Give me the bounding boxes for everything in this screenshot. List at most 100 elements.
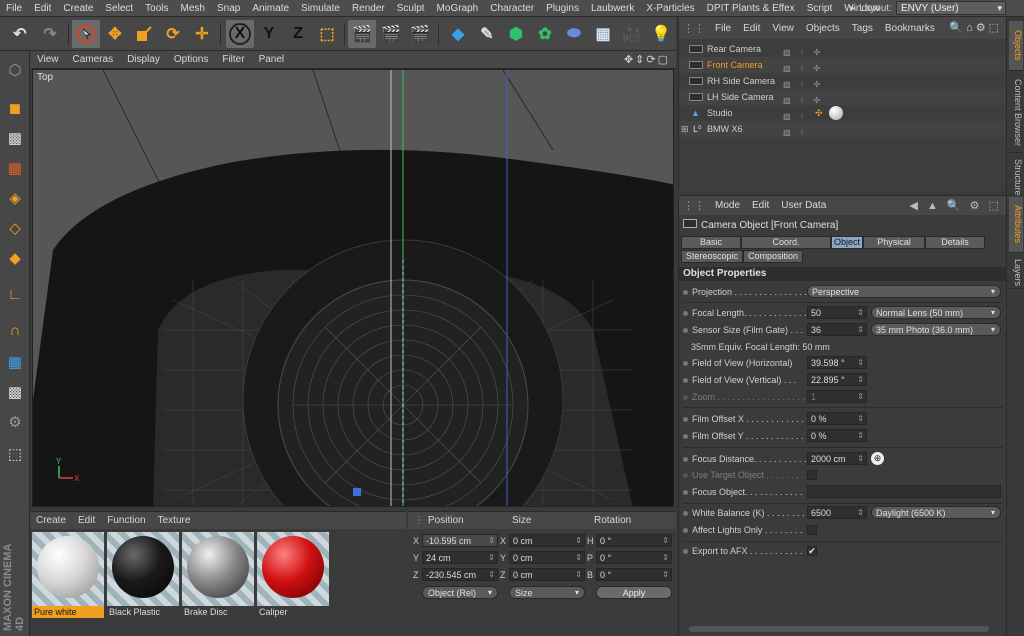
film-offset-x-field[interactable]: 0 % bbox=[807, 412, 867, 425]
menu-plugins[interactable]: Plugins bbox=[540, 3, 585, 14]
object-menu-bookmarks[interactable]: Bookmarks bbox=[879, 23, 941, 34]
menu-script[interactable]: Script bbox=[801, 3, 839, 14]
layout-dropdown[interactable]: ENVY (User) bbox=[896, 1, 1006, 15]
subdivision-icon[interactable]: ⬢ bbox=[502, 20, 530, 48]
tab-physical[interactable]: Physical bbox=[863, 236, 925, 249]
menu-tools[interactable]: Tools bbox=[139, 3, 174, 14]
camera-icon[interactable]: 🎥 bbox=[618, 20, 646, 48]
object-menu-objects[interactable]: Objects bbox=[800, 23, 846, 34]
x-axis-lock-button[interactable]: X bbox=[226, 20, 254, 48]
attr-menu-mode[interactable]: Mode bbox=[709, 200, 746, 211]
edges-mode-icon[interactable]: ◇ bbox=[2, 215, 28, 241]
viewport-menu-view[interactable]: View bbox=[30, 54, 66, 65]
render-picture-viewer-icon[interactable]: 🎬 bbox=[377, 20, 405, 48]
tab-composition[interactable]: Composition bbox=[743, 250, 803, 263]
use-target-object-checkbox[interactable] bbox=[807, 470, 817, 480]
soft-selection-icon[interactable]: ⚙ bbox=[2, 409, 28, 435]
menu-create[interactable]: Create bbox=[57, 3, 99, 14]
y-axis-lock-button[interactable]: Y bbox=[255, 20, 283, 48]
position-x-field[interactable]: -10.595 cm bbox=[422, 534, 498, 547]
material-menu-function[interactable]: Function bbox=[101, 515, 151, 526]
tag-icon[interactable]: ✣ bbox=[815, 105, 823, 121]
projection-dropdown[interactable]: Perspective bbox=[807, 285, 1001, 298]
focal-length-field[interactable]: 50 bbox=[807, 306, 867, 319]
texture-mode-icon[interactable]: ▩ bbox=[2, 125, 28, 151]
size-mode-dropdown[interactable]: Size bbox=[509, 586, 585, 599]
tab-details[interactable]: Details bbox=[925, 236, 985, 249]
viewport-menu-panel[interactable]: Panel bbox=[252, 54, 292, 65]
material-tag-icon[interactable] bbox=[829, 106, 843, 120]
object-row-lh-side-camera[interactable]: LH Side Camera ▨ ⁝ ✣ bbox=[679, 89, 1007, 105]
film-offset-y-field[interactable]: 0 % bbox=[807, 429, 867, 442]
tab-content-browser[interactable]: Content Browser bbox=[1009, 73, 1023, 153]
z-axis-lock-button[interactable]: Z bbox=[284, 20, 312, 48]
size-y-field[interactable]: 0 cm bbox=[509, 551, 585, 564]
tab-structure[interactable]: Structure bbox=[1009, 155, 1023, 196]
horizontal-scrollbar[interactable] bbox=[689, 626, 989, 632]
menu-select[interactable]: Select bbox=[99, 3, 139, 14]
sensor-size-field[interactable]: 36 bbox=[807, 323, 867, 336]
tab-coord[interactable]: Coord. bbox=[741, 236, 831, 249]
light-icon[interactable]: 💡 bbox=[647, 20, 675, 48]
rotation-h-field[interactable]: 0 ° bbox=[596, 534, 672, 547]
tab-layers[interactable]: Layers bbox=[1009, 255, 1023, 289]
viewport-solo-icon[interactable]: ⬚ bbox=[2, 441, 28, 467]
snap-magnet-icon[interactable]: ∩ bbox=[2, 317, 28, 343]
move-icon[interactable]: ✥ bbox=[101, 20, 129, 48]
menu-x-particles[interactable]: X-Particles bbox=[640, 3, 700, 14]
material-menu-texture[interactable]: Texture bbox=[152, 515, 197, 526]
object-manager-nav-icons[interactable]: 🔍⌂⚙⬚ bbox=[949, 21, 1002, 34]
cube-icon[interactable]: ◆ bbox=[444, 20, 472, 48]
rotate-icon[interactable]: ⟳ bbox=[159, 20, 187, 48]
sensor-size-preset-dropdown[interactable]: 35 mm Photo (36.0 mm) bbox=[871, 323, 1001, 336]
workplane-lock-icon[interactable]: ▦ bbox=[2, 349, 28, 375]
points-mode-icon[interactable]: ◈ bbox=[2, 185, 28, 211]
grid-icon[interactable]: ▩ bbox=[2, 379, 28, 405]
menu-file[interactable]: File bbox=[0, 3, 28, 14]
object-row-rear-camera[interactable]: Rear Camera ▨ ⁝ ✣ bbox=[679, 41, 1007, 57]
menu-simulate[interactable]: Simulate bbox=[295, 3, 346, 14]
make-editable-icon[interactable]: ⬡ bbox=[2, 57, 28, 83]
fov-horizontal-field[interactable]: 39.598 ° bbox=[807, 356, 867, 369]
menu-mesh[interactable]: Mesh bbox=[175, 3, 211, 14]
size-x-field[interactable]: 0 cm bbox=[509, 534, 585, 547]
attr-menu-edit[interactable]: Edit bbox=[746, 200, 775, 211]
fov-vertical-field[interactable]: 22.895 ° bbox=[807, 373, 867, 386]
tab-attributes[interactable]: Attributes bbox=[1009, 197, 1023, 253]
rotation-b-field[interactable]: 0 ° bbox=[596, 568, 672, 581]
rotation-p-field[interactable]: 0 ° bbox=[596, 551, 672, 564]
scale-icon[interactable] bbox=[130, 20, 158, 48]
object-menu-tags[interactable]: Tags bbox=[846, 23, 879, 34]
affect-lights-only-checkbox[interactable] bbox=[807, 525, 817, 535]
polygons-mode-icon[interactable]: ◆ bbox=[2, 245, 28, 271]
material-caliper[interactable]: Caliper bbox=[257, 532, 329, 618]
live-selection-icon[interactable] bbox=[72, 20, 100, 48]
object-row-rh-side-camera[interactable]: RH Side Camera ▨ ⁝ ✣ bbox=[679, 73, 1007, 89]
material-brake-disc[interactable]: Brake Disc bbox=[182, 532, 254, 618]
viewport-menu-display[interactable]: Display bbox=[120, 54, 167, 65]
menu-render[interactable]: Render bbox=[346, 3, 391, 14]
material-pure-white[interactable]: Pure white bbox=[32, 532, 104, 618]
attribute-nav-icons[interactable]: ◀ ▲ 🔍 ⚙ ⬚ bbox=[909, 199, 1002, 212]
menu-character[interactable]: Character bbox=[484, 3, 540, 14]
object-menu-view[interactable]: View bbox=[766, 23, 800, 34]
redo-icon[interactable]: ↷ bbox=[36, 20, 64, 48]
size-z-field[interactable]: 0 cm bbox=[509, 568, 585, 581]
tab-object[interactable]: Object bbox=[831, 236, 863, 249]
viewport-menu-options[interactable]: Options bbox=[167, 54, 215, 65]
model-mode-icon[interactable]: ◼ bbox=[2, 95, 28, 121]
focus-object-link-field[interactable] bbox=[807, 485, 1001, 498]
menu-laubwerk[interactable]: Laubwerk bbox=[585, 3, 640, 14]
undo-icon[interactable]: ↶ bbox=[6, 20, 34, 48]
object-row-front-camera[interactable]: Front Camera ▨ ⁝ ✣ bbox=[679, 57, 1007, 73]
material-menu-edit[interactable]: Edit bbox=[72, 515, 101, 526]
focal-length-preset-dropdown[interactable]: Normal Lens (50 mm) bbox=[871, 306, 1001, 319]
tab-basic[interactable]: Basic bbox=[681, 236, 741, 249]
viewport-menu-cameras[interactable]: Cameras bbox=[66, 54, 121, 65]
object-row-bmw-x6[interactable]: ⊞ L⁰ BMW X6 ▨ ⁝ bbox=[679, 121, 1007, 137]
object-menu-file[interactable]: File bbox=[709, 23, 737, 34]
menu-sculpt[interactable]: Sculpt bbox=[391, 3, 431, 14]
spline-pen-icon[interactable]: ✎ bbox=[473, 20, 501, 48]
visibility-flags-icon[interactable]: ▨ ⁝ bbox=[783, 125, 807, 141]
render-view-icon[interactable]: 🎬 bbox=[348, 20, 376, 48]
